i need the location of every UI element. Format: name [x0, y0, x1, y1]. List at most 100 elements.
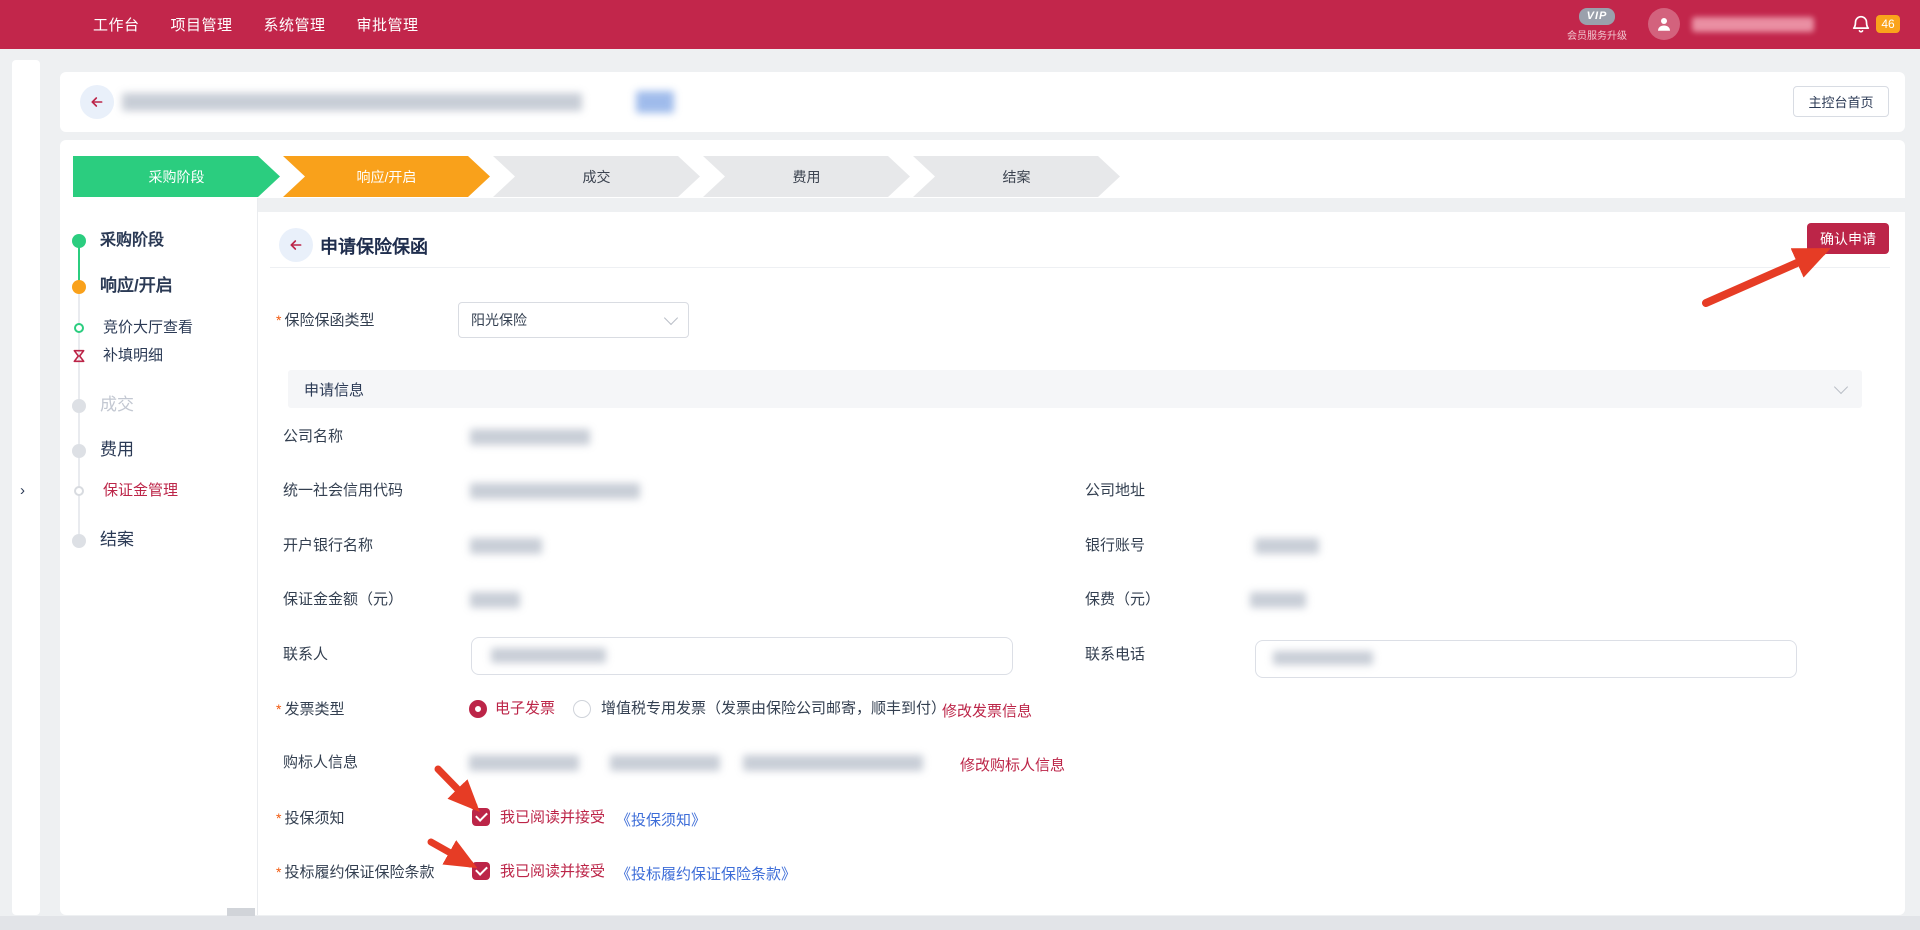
vip-icon: VIP	[1579, 8, 1615, 25]
main-menu: 工作台 项目管理 系统管理 审批管理	[93, 0, 419, 49]
deposit-amount-redacted	[470, 592, 520, 608]
divider-gap	[258, 198, 1905, 212]
step-label: 采购阶段	[149, 167, 205, 187]
chevron-down-icon	[664, 311, 678, 325]
step-label: 成交	[583, 167, 611, 187]
nav-workbench[interactable]: 工作台	[93, 14, 140, 35]
company-name-redacted	[470, 429, 590, 445]
required-mark: *	[276, 810, 281, 826]
username-redacted	[1692, 17, 1814, 32]
nav-project-management[interactable]: 项目管理	[171, 14, 233, 35]
step-label: 响应/开启	[357, 167, 417, 187]
required-mark: *	[276, 701, 281, 717]
vip-upgrade-label: 会员服务升级	[1558, 27, 1636, 42]
insurance-notice-checkbox-checked[interactable]	[472, 808, 490, 826]
step-fee: 费用	[703, 156, 910, 197]
contact-phone-input[interactable]	[1255, 640, 1797, 678]
content-card: 采购阶段 响应/开启 成交 费用 结案 采购阶段 响应/开启 竞价大厅查看	[60, 140, 1905, 915]
radio-electronic-invoice-selected[interactable]	[469, 700, 487, 718]
stage-dot-pending	[72, 399, 86, 413]
credit-code-redacted	[470, 483, 640, 499]
stage-dot-active	[72, 280, 86, 294]
avatar[interactable]	[1648, 8, 1680, 40]
contact-phone-label: 联系电话	[1085, 646, 1145, 664]
step-label: 费用	[793, 167, 821, 187]
buyer-info-redacted-3	[743, 755, 923, 771]
contact-value-redacted	[491, 648, 606, 663]
breadcrumb-card: 主控台首页	[60, 72, 1905, 132]
nav-system-management[interactable]: 系统管理	[264, 14, 326, 35]
stage-dot-pending	[72, 534, 86, 548]
page-title-redacted	[122, 93, 582, 111]
edit-buyer-info-link[interactable]: 修改购标人信息	[960, 754, 1065, 775]
required-mark: *	[276, 312, 281, 328]
header-divider	[270, 267, 1890, 268]
required-mark: *	[276, 864, 281, 880]
bank-account-redacted	[1255, 538, 1319, 554]
notification-count-badge: 46	[1876, 15, 1900, 33]
nav-approval-management[interactable]: 审批管理	[357, 14, 419, 35]
radio-vat-invoice-label[interactable]: 增值税专用发票（发票由保险公司邮寄，顺丰到付）	[601, 700, 946, 718]
contact-input[interactable]	[471, 637, 1013, 675]
stage-dot-pending	[72, 444, 86, 458]
back-button[interactable]	[80, 85, 114, 119]
accept-text: 我已阅读并接受	[500, 863, 605, 881]
apply-info-panel-header[interactable]: 申请信息	[288, 370, 1862, 408]
sidebar-divider	[257, 198, 258, 915]
user-icon	[1655, 15, 1673, 33]
company-name-label: 公司名称	[283, 428, 343, 446]
arrow-left-icon	[89, 94, 105, 110]
buyer-info-label: 购标人信息	[283, 754, 358, 772]
hourglass-icon	[71, 348, 87, 364]
confirm-apply-button[interactable]: 确认申请	[1807, 223, 1889, 254]
bank-name-label: 开户银行名称	[283, 537, 373, 555]
company-address-label: 公司地址	[1085, 482, 1145, 500]
select-value: 阳光保险	[471, 310, 666, 330]
form-back-button[interactable]	[279, 228, 313, 262]
substage-ring-pending	[74, 486, 84, 496]
screen: 工作台 项目管理 系统管理 审批管理 VIP 会员服务升级 46 ›	[0, 0, 1920, 930]
step-response-open: 响应/开启	[283, 156, 490, 197]
panel-title: 申请信息	[304, 379, 1836, 400]
radio-vat-invoice[interactable]	[573, 700, 591, 718]
substage-ring-done	[74, 323, 84, 333]
bank-account-label: 银行账号	[1085, 537, 1145, 555]
notification-bell-icon[interactable]	[1850, 13, 1872, 35]
insurance-notice-link[interactable]: 《投保须知》	[616, 809, 706, 830]
guarantee-type-label: *保险保函类型	[276, 311, 374, 330]
edit-invoice-info-link[interactable]: 修改发票信息	[942, 700, 1032, 721]
invoice-type-label: *发票类型	[276, 700, 344, 719]
contact-label: 联系人	[283, 646, 328, 664]
buyer-info-redacted-1	[469, 755, 579, 771]
bottom-strip	[0, 916, 1920, 930]
contact-phone-value-redacted	[1273, 651, 1373, 665]
chevron-down-icon	[1834, 380, 1848, 394]
deposit-amount-label: 保证金金额（元）	[283, 591, 403, 609]
buyer-info-redacted-2	[610, 755, 720, 771]
page-title: 申请保险保函	[320, 233, 428, 259]
vip-upgrade[interactable]: VIP 会员服务升级	[1558, 6, 1636, 42]
premium-redacted	[1250, 592, 1306, 608]
expand-chevron-icon[interactable]: ›	[20, 482, 25, 499]
step-label: 结案	[1003, 167, 1031, 187]
premium-label: 保费（元）	[1085, 591, 1160, 609]
bank-name-redacted	[470, 538, 542, 554]
process-steps: 采购阶段 响应/开启 成交 费用 结案	[73, 156, 1123, 197]
top-navbar: 工作台 项目管理 系统管理 审批管理 VIP 会员服务升级 46	[0, 0, 1920, 49]
radio-electronic-invoice-label[interactable]: 电子发票	[495, 700, 555, 718]
guarantee-terms-checkbox-checked[interactable]	[472, 862, 490, 880]
guarantee-type-select[interactable]: 阳光保险	[458, 302, 689, 338]
guarantee-terms-link[interactable]: 《投标履约保证保险条款》	[616, 863, 796, 884]
accept-text: 我已阅读并接受	[500, 809, 605, 827]
step-close: 结案	[913, 156, 1120, 197]
arrow-left-icon	[288, 237, 304, 253]
guarantee-terms-label: *投标履约保证保险条款	[276, 863, 434, 882]
status-badge-redacted	[636, 91, 674, 113]
credit-code-label: 统一社会信用代码	[283, 482, 403, 500]
collapse-rail: ›	[12, 60, 40, 915]
insurance-notice-label: *投保须知	[276, 809, 344, 828]
console-home-button[interactable]: 主控台首页	[1793, 86, 1889, 117]
step-deal: 成交	[493, 156, 700, 197]
stage-dot-done	[72, 234, 86, 248]
step-procurement: 采购阶段	[73, 156, 280, 197]
